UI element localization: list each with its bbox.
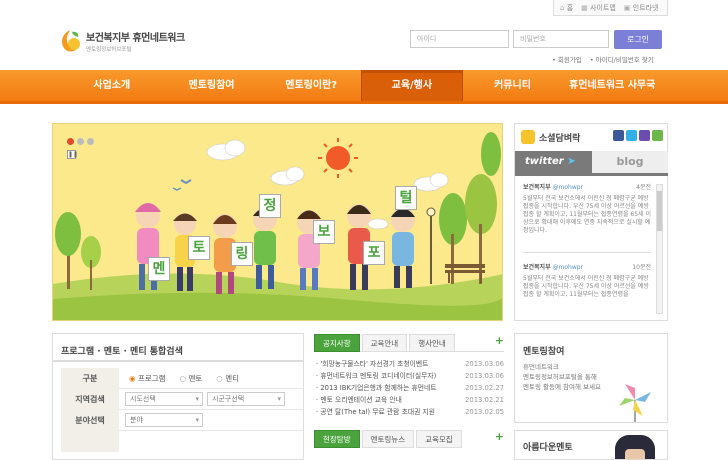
sign-letter: 링 [231, 242, 253, 266]
mentoring-participation-box[interactable]: 멘토링참여 휴먼네트워크 멘토링정보허브포털을 통해 멘토링 활동에 참여해 보… [514, 333, 668, 423]
search-row-type: 구분 ◉ 프로그램 ○ 멘토 ○ 멘티 [61, 367, 303, 389]
radio-icon: ○ [216, 373, 223, 383]
password-input[interactable]: 비밀번호 [513, 30, 609, 48]
tweet-item[interactable]: 보건복지부 @mohwpr 4분전 5월부터 전국 보건소에서 어린신 청 폐렴구… [523, 184, 651, 251]
main-nav: 사업소개 멘토링참여 멘토링이란? 교육/행사 커뮤니티 휴먼네트워크 사무국 [62, 70, 662, 101]
city-select[interactable]: 시군구선택 [207, 392, 285, 406]
site-logo[interactable]: 보건복지부 휴먼네트워크 멘토링정보허브포털 [58, 28, 185, 54]
logo-subtitle: 멘토링정보허브포털 [86, 47, 132, 53]
main-banner[interactable]: 멘 토 링 정 보 포 털 ❚❚ [52, 123, 503, 321]
beautiful-mentor-box[interactable]: 아름다운멘토 [514, 430, 668, 460]
login-button[interactable]: 로그인 [614, 30, 662, 49]
radio-checked-icon: ◉ [129, 373, 136, 383]
tab-education[interactable]: 교육안내 [361, 334, 408, 352]
home-icon: ⌂ [560, 4, 565, 12]
news-tabs: 현장탐방 멘토링뉴스 교육모집 + [314, 430, 504, 448]
slide-dot-active[interactable] [67, 138, 74, 145]
sign-letter: 털 [395, 186, 417, 210]
nav-what-is-mentoring[interactable]: 멘토링이란? [261, 70, 361, 101]
nav-underline [0, 101, 728, 104]
slide-dot[interactable] [87, 138, 94, 145]
sitemap-link[interactable]: ▦ 사이트맵 [581, 3, 616, 13]
list-item[interactable]: · 2013 IBK기업은행과 함께하는 휴먼네트 2013.02.27 [316, 382, 504, 394]
id-input[interactable]: 아이디 [410, 30, 509, 48]
pinwheel-icon [619, 384, 651, 422]
search-row-region: 지역검색 시도선택 시군구선택 [61, 388, 303, 410]
tweet-item[interactable]: 보건복지부 @mohwpr 10분전 5월부터 전국 보건소에서 어린신 청 폐렴… [523, 264, 651, 319]
sign-letter: 보 [313, 220, 335, 244]
utility-links: ⌂ 홈 ▦ 사이트맵 ▣ 인트라넷 [560, 3, 658, 13]
search-title: 프로그램 · 멘토 · 멘티 통합검색 [61, 347, 183, 357]
lock-icon: ▣ [623, 4, 631, 12]
logo-title: 보건복지부 휴먼네트워크 [86, 33, 185, 44]
nav-about[interactable]: 사업소개 [62, 70, 162, 101]
province-select[interactable]: 시도선택 [125, 392, 203, 406]
intranet-link[interactable]: ▣ 인트라넷 [624, 3, 659, 13]
blog-icon[interactable] [652, 130, 663, 141]
mentor-photo [615, 435, 655, 459]
nav-community[interactable]: 커뮤니티 [463, 70, 563, 101]
pause-icon[interactable]: ❚❚ [67, 150, 78, 159]
field-select[interactable]: 분야 [125, 413, 203, 427]
tab-mentoring-news[interactable]: 멘토링뉴스 [361, 430, 415, 448]
mentoring-desc: 휴먼네트워크 멘토링정보허브포털을 통해 멘토링 활동에 참여해 보세요 [523, 363, 601, 391]
list-item[interactable]: · 공연 탈(The tal) 무료 관람 초대권 지원 2013.02.05 [316, 406, 504, 418]
more-plus-icon[interactable]: + [495, 430, 504, 448]
tab-field-visit[interactable]: 현장탐방 [314, 430, 360, 448]
me2day-icon[interactable] [639, 130, 650, 141]
mentor-title: 아름다운멘토 [523, 443, 573, 453]
twitter-icon[interactable] [626, 130, 637, 141]
list-item[interactable]: · 멘토 오리엔테이션 교육 안내 2013.02.21 [316, 394, 504, 406]
facebook-icon[interactable] [613, 130, 624, 141]
search-row-extra [61, 431, 303, 452]
login-links: • 회원가입 • 아이디/비밀번호 찾기 [552, 54, 654, 64]
tab-twitter[interactable]: twitter ➤ [515, 151, 592, 173]
scrollbar-thumb[interactable] [657, 191, 662, 231]
radio-mentor[interactable]: ○ 멘토 [180, 373, 203, 384]
notice-board: 공지사항 교육안내 행사안내 + · '희망농구물스타' 자선경기 초청이벤트 2… [314, 334, 504, 448]
logo-icon [58, 28, 82, 54]
search-header: 프로그램 · 멘토 · 멘티 통합검색 [53, 334, 303, 362]
join-link[interactable]: • 회원가입 [552, 54, 582, 64]
twitter-bird-icon: ➤ [567, 156, 576, 167]
sign-letter: 정 [259, 194, 281, 218]
nav-participate[interactable]: 멘토링참여 [162, 70, 262, 101]
nav-education-events[interactable]: 교육/행사 [361, 70, 463, 101]
slide-indicators [67, 138, 94, 145]
tab-blog[interactable]: blog [592, 151, 668, 173]
slide-dot[interactable] [77, 138, 84, 145]
tab-recruitment[interactable]: 교육모집 [416, 430, 462, 448]
more-plus-icon[interactable]: + [495, 334, 504, 352]
social-icon [521, 130, 535, 144]
tweet-scrollbar[interactable] [656, 184, 663, 314]
social-wall: 소셜담벼락 twitter ➤ blog 보건복지부 @mohwpr 4분전 5월… [514, 123, 668, 321]
tweet-divider [523, 252, 651, 253]
list-item[interactable]: · '희망농구물스타' 자선경기 초청이벤트 2013.03.06 [316, 358, 504, 370]
sitemap-icon: ▦ [581, 4, 588, 12]
sign-letter: 토 [188, 236, 210, 260]
tab-divider [515, 173, 668, 176]
tab-events[interactable]: 행사안내 [409, 334, 455, 352]
notice-list: · '희망농구물스타' 자선경기 초청이벤트 2013.03.06 · 휴먼네트워… [314, 358, 504, 418]
list-item[interactable]: · 휴먼네트워크 멘토링 코디네이터(실무자) 2013.03.06 [316, 370, 504, 382]
sign-letter: 멘 [148, 257, 170, 281]
search-row-field: 분야선택 분야 [61, 409, 303, 431]
banner-illustration [53, 124, 502, 320]
radio-program[interactable]: ◉ 프로그램 [129, 373, 166, 384]
social-title: 소셜담벼락 [539, 133, 581, 144]
integrated-search: 프로그램 · 멘토 · 멘티 통합검색 구분 ◉ 프로그램 ○ 멘토 ○ 멘티 … [52, 333, 304, 460]
tab-notice[interactable]: 공지사항 [314, 334, 360, 352]
social-header: 소셜담벼락 [521, 130, 580, 144]
radio-mentee[interactable]: ○ 멘티 [216, 373, 239, 384]
nav-office[interactable]: 휴먼네트워크 사무국 [562, 70, 662, 101]
social-sns-icons [613, 130, 663, 141]
mentoring-title: 멘토링참여 [523, 347, 565, 357]
notice-tabs: 공지사항 교육안내 행사안내 + [314, 334, 504, 352]
find-account-link[interactable]: • 아이디/비밀번호 찾기 [590, 54, 654, 64]
sign-letter: 포 [363, 241, 385, 265]
home-link[interactable]: ⌂ 홈 [560, 3, 573, 13]
radio-icon: ○ [179, 373, 187, 383]
